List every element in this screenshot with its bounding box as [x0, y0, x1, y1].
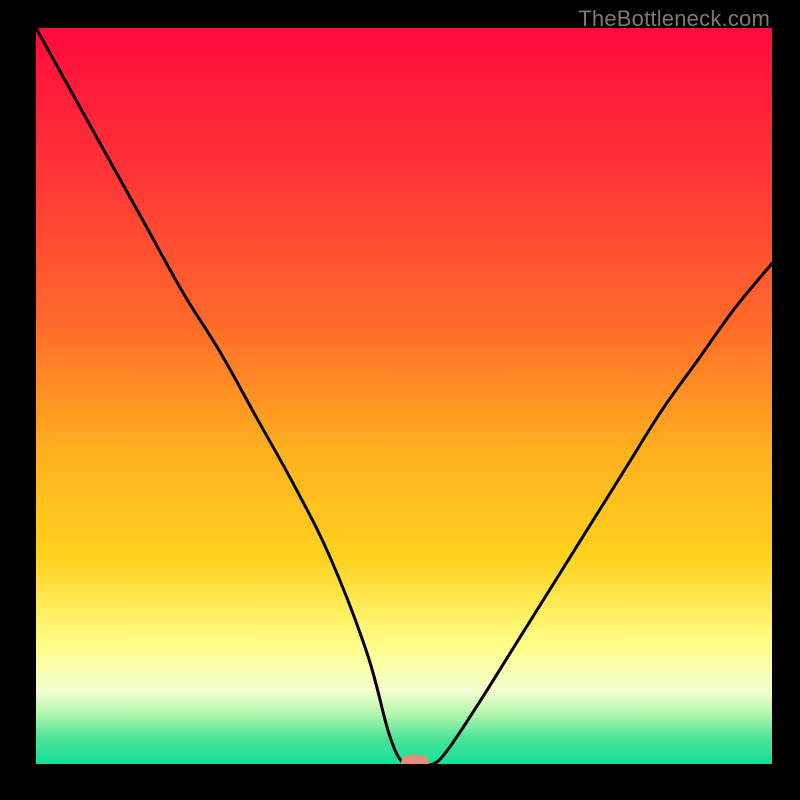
- chart-svg: [36, 28, 772, 764]
- chart-frame: TheBottleneck.com: [0, 0, 800, 800]
- plot-area: [36, 28, 772, 764]
